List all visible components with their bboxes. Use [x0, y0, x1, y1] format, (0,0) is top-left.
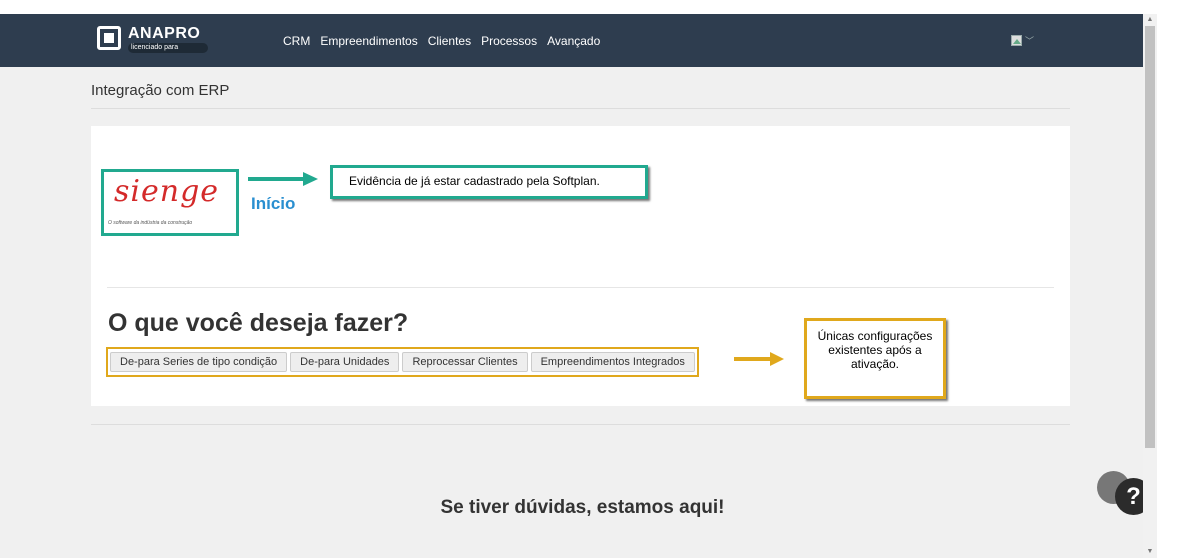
- nav-item-crm[interactable]: CRM: [283, 34, 310, 48]
- chevron-down-icon: ﹀: [1025, 36, 1035, 46]
- integration-status-label[interactable]: Início: [251, 194, 295, 214]
- annotation-callout-registered: Evidência de já estar cadastrado pela So…: [330, 165, 648, 199]
- page-title: Integração com ERP: [91, 82, 230, 99]
- integration-card: sienge O software da indústria da constr…: [91, 126, 1070, 406]
- nav-item-processos[interactable]: Processos: [481, 34, 537, 48]
- actions-heading: O que você deseja fazer?: [108, 309, 409, 337]
- broken-image-icon: [1011, 35, 1022, 46]
- depara-series-button[interactable]: De-para Series de tipo condição: [110, 352, 288, 372]
- annotation-callout-configs: Únicas configurações existentes após a a…: [804, 318, 946, 399]
- anapro-logo[interactable]: ANAPRO licenciado para: [97, 25, 237, 56]
- divider: [91, 108, 1070, 109]
- sienge-logo-text: sienge: [114, 174, 220, 209]
- main-menu: CRM Empreendimentos Clientes Processos A…: [283, 34, 600, 48]
- reprocessar-clientes-button[interactable]: Reprocessar Clientes: [402, 352, 528, 372]
- sienge-logo: sienge O software da indústria da constr…: [101, 169, 239, 236]
- nav-item-empreendimentos[interactable]: Empreendimentos: [320, 34, 417, 48]
- brand-subtitle: licenciado para: [128, 43, 209, 53]
- anapro-logo-icon: [97, 26, 121, 50]
- depara-unidades-button[interactable]: De-para Unidades: [290, 352, 400, 372]
- nav-item-avancado[interactable]: Avançado: [547, 34, 600, 48]
- help-heading: Se tiver dúvidas, estamos aqui!: [440, 497, 725, 518]
- actions-button-group: De-para Series de tipo condição De-para …: [106, 347, 699, 377]
- scroll-thumb[interactable]: [1145, 26, 1155, 448]
- scroll-down-arrow-icon[interactable]: ▼: [1143, 546, 1157, 558]
- annotation-text: Evidência de já estar cadastrado pela So…: [349, 174, 600, 188]
- sienge-logo-tagline: O software da indústria da construção: [108, 220, 193, 226]
- scroll-up-arrow-icon[interactable]: ▲: [1143, 14, 1157, 26]
- teal-arrow-icon: [248, 172, 318, 186]
- window-top-edge: [0, 0, 1157, 14]
- yellow-arrow-icon: [734, 352, 784, 366]
- top-navbar: ANAPRO licenciado para CRM Empreendiment…: [0, 14, 1143, 67]
- divider: [107, 287, 1054, 288]
- nav-item-clientes[interactable]: Clientes: [428, 34, 471, 48]
- empreendimentos-integrados-button[interactable]: Empreendimentos Integrados: [530, 352, 695, 372]
- divider: [91, 424, 1070, 425]
- window-right-edge: [1157, 0, 1197, 558]
- user-menu[interactable]: ﹀: [1011, 34, 1034, 47]
- vertical-scrollbar[interactable]: ▲ ▼: [1143, 14, 1157, 558]
- brand-name: ANAPRO: [128, 25, 201, 42]
